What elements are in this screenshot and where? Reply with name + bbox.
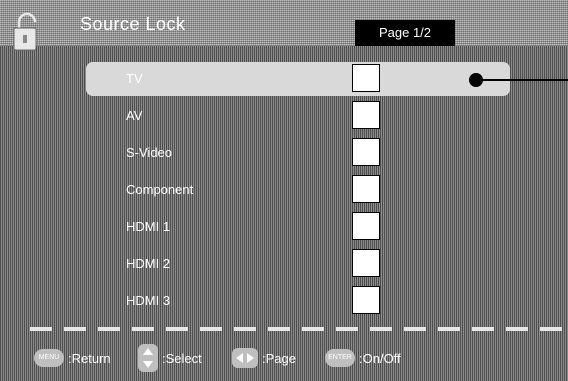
lock-checkbox[interactable] [352, 64, 380, 92]
page-hint: :Page [232, 343, 296, 373]
source-lock-screen: Source Lock Page 1/2 TV AV S-Video Compo… [0, 0, 568, 381]
source-label: HDMI 2 [126, 256, 171, 271]
source-row-hdmi-3[interactable]: HDMI 3 [0, 284, 568, 320]
lock-checkbox[interactable] [352, 175, 380, 203]
enter-key-icon: ENTER [325, 349, 355, 367]
left-right-arrows-icon [232, 348, 258, 368]
source-row-av[interactable]: AV [0, 99, 568, 135]
select-hint: :Select [138, 343, 202, 373]
page-indicator: Page 1/2 [355, 20, 455, 46]
up-down-arrows-icon [138, 344, 158, 372]
source-label: TV [126, 71, 143, 86]
title-bar: Source Lock Page 1/2 [0, 0, 568, 51]
lock-icon [13, 12, 37, 51]
source-row-s-video[interactable]: S-Video [0, 136, 568, 172]
source-label: Component [126, 182, 194, 197]
onoff-label: :On/Off [359, 350, 401, 366]
page-title: Source Lock [80, 14, 186, 34]
source-label: AV [126, 108, 143, 123]
source-row-hdmi-2[interactable]: HDMI 2 [0, 247, 568, 283]
lock-checkbox[interactable] [352, 138, 380, 166]
select-label: :Select [162, 350, 202, 366]
source-row-component[interactable]: Component [0, 173, 568, 209]
lock-checkbox[interactable] [352, 249, 380, 277]
source-label: HDMI 3 [126, 293, 171, 308]
selection-highlight [86, 62, 510, 96]
return-hint: MENU :Return [34, 343, 111, 373]
source-row-hdmi-1[interactable]: HDMI 1 [0, 210, 568, 246]
lock-checkbox[interactable] [352, 212, 380, 240]
source-label: HDMI 1 [126, 219, 171, 234]
divider [30, 327, 568, 331]
page-label: :Page [262, 350, 296, 366]
callout-line [483, 79, 568, 81]
return-label: :Return [68, 350, 111, 366]
lock-checkbox[interactable] [352, 286, 380, 314]
menu-key-icon: MENU [34, 349, 64, 367]
onoff-hint: ENTER :On/Off [325, 343, 401, 373]
lock-checkbox[interactable] [352, 101, 380, 129]
source-label: S-Video [126, 145, 173, 160]
footer-help-bar: MENU :Return :Select :Page ENTER :On/Off [0, 343, 568, 373]
callout-dot [469, 73, 483, 87]
source-row-tv[interactable]: TV [0, 62, 568, 98]
